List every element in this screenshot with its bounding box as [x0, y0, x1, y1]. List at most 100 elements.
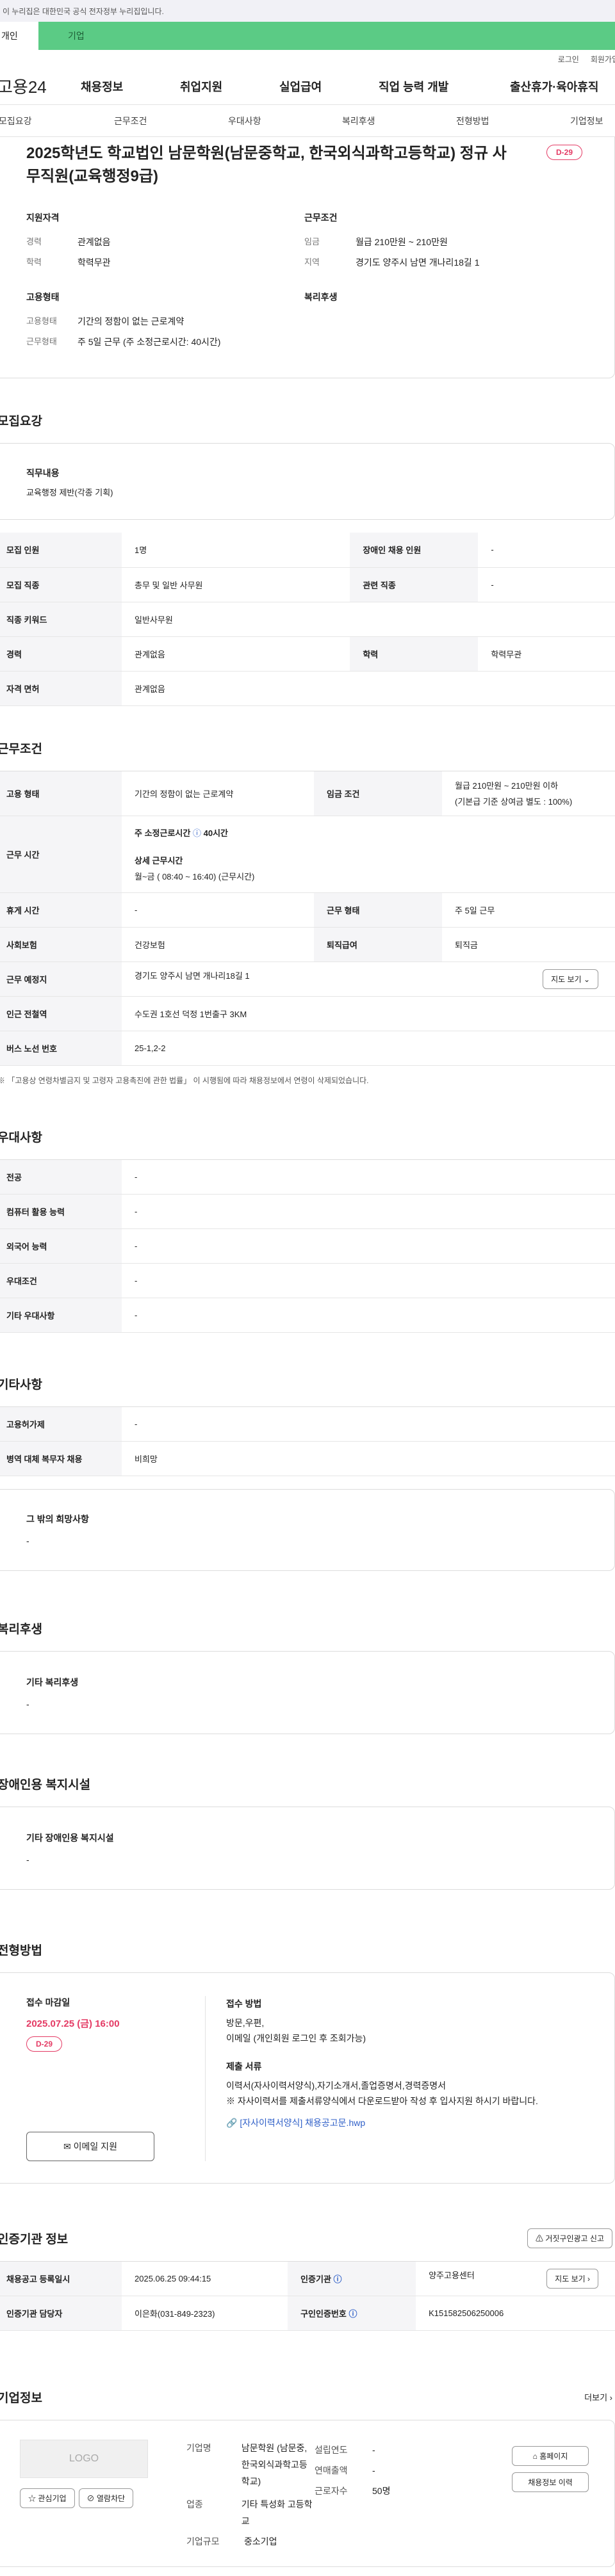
- cell-label: 버스 노선 번호: [0, 1031, 122, 1066]
- more-label: 더보기: [584, 2392, 608, 2403]
- table-row: 병역 대체 복무자 채용 비희망: [0, 1441, 615, 1476]
- sales-label: 연매출액: [315, 2465, 348, 2475]
- wage-label: 임금: [304, 237, 320, 246]
- cell-label: 근무 예정지: [0, 962, 122, 997]
- home-icon: ⌂: [532, 2451, 537, 2461]
- subnav-conditions[interactable]: 근무조건: [114, 115, 228, 127]
- table-row: 휴게 시간 - 근무 형태 주 5일 근무: [0, 892, 615, 928]
- history-button[interactable]: 채용정보 이력: [512, 2472, 589, 2492]
- subnav-prefer[interactable]: 우대사항: [228, 115, 342, 127]
- gov-banner-text: 이 누리집은 대한민국 공식 전자정부 누리집입니다.: [3, 6, 164, 16]
- site-logo[interactable]: 고용24: [0, 74, 81, 98]
- welfare-box: 기타 복리후생 -: [0, 1650, 615, 1734]
- nav-training[interactable]: 직업 능력 개발: [379, 78, 510, 95]
- docs-heading: 제출 서류: [226, 2061, 262, 2072]
- map-button[interactable]: 지도 보기 ⌄: [543, 969, 598, 989]
- cell-value: -: [122, 1406, 615, 1442]
- conditions-heading: 근무조건: [304, 213, 338, 223]
- cell-value: 25-1,2-2: [122, 1031, 615, 1066]
- tab-personal[interactable]: 개인: [0, 22, 38, 50]
- num-label-cell: 구인인증번호 ⓘ: [288, 2296, 416, 2331]
- cell-value: 기간의 정함이 없는 근로계약: [122, 771, 314, 816]
- cell-value: -: [478, 533, 615, 568]
- cell-value: 비희망: [122, 1441, 615, 1476]
- info-icon[interactable]: ⓘ: [348, 2309, 357, 2319]
- cell-label: 고용허가제: [0, 1406, 122, 1442]
- favorite-label: 관심기업: [38, 2493, 67, 2503]
- detail-hours-value: 월~금 ( 08:40 ~ 16:40) (근무시간): [135, 871, 255, 881]
- nav-leave[interactable]: 출산휴가·육아휴직: [510, 78, 598, 95]
- employment-heading: 고용형태: [26, 292, 60, 302]
- login-link[interactable]: 로그인: [558, 54, 579, 65]
- cell-value: 이은화(031-849-2323): [122, 2296, 288, 2331]
- info-icon[interactable]: ⓘ: [193, 828, 201, 838]
- cell-label: 직종 키워드: [0, 602, 122, 637]
- report-button[interactable]: ⚠ 거짓구인광고 신고: [527, 2228, 612, 2248]
- education-value: 학력무관: [78, 257, 111, 268]
- recruit-table: 모집 인원 1명 장애인 채용 인원 - 모집 직종 총무 및 일반 사무원 관련 직종 -…: [0, 533, 615, 706]
- cell-label: 근무 형태: [314, 892, 442, 928]
- dday-badge: D-29: [546, 145, 582, 160]
- cell-label: 휴게 시간: [0, 892, 122, 928]
- nav-employment-support[interactable]: 취업지원: [180, 78, 279, 95]
- subnav-welfare[interactable]: 복리후생: [342, 115, 456, 127]
- table-row: 모집 인원 1명 장애인 채용 인원 -: [0, 533, 615, 568]
- cell-label: 모집 직종: [0, 567, 122, 602]
- industry-label: 업종: [186, 2499, 203, 2509]
- agency-table: 채용공고 등록일시 2025.06.25 09:44:15 인증기관 ⓘ 양주고용센터…: [0, 2260, 615, 2331]
- prefer-table: 전공 - 컴퓨터 활용 능력 - 외국어 능력 - 우대조건 - 기타 우대사항 -: [0, 1159, 615, 1333]
- company-info-left: 기업명 남문학원 (남문중, 한국외식과학고등학교) 업종 기타 특성화 고등학교 …: [154, 2440, 315, 2547]
- hope-box: 그 밖의 희망사항 -: [0, 1488, 615, 1571]
- agency-header: 인증기관 정보 ⚠ 거짓구인광고 신고: [0, 2228, 612, 2248]
- subnav-recruit[interactable]: 모집요강: [0, 115, 114, 127]
- gov-banner: 이 누리집은 대한민국 공식 전자정부 누리집입니다.: [0, 0, 615, 22]
- more-link[interactable]: 더보기 ›: [584, 2391, 612, 2403]
- block-button[interactable]: ⊘ 열람차단: [78, 2488, 134, 2508]
- block-label: 열람차단: [96, 2493, 126, 2503]
- docs-value-2: ※ 자사이력서를 제출서류양식에서 다운로드받아 작성 후 입사지원 하시기 바…: [226, 2095, 538, 2106]
- duty-value: 교육행정 제반(각종 기획): [26, 488, 113, 497]
- email-apply-button[interactable]: ✉ 이메일 지원: [26, 2131, 154, 2161]
- subnav-company[interactable]: 기업정보: [570, 115, 603, 127]
- subnav-process[interactable]: 전형방법: [456, 115, 570, 127]
- agency-map-button[interactable]: 지도 보기 ›: [546, 2268, 598, 2289]
- cell-label: 자격 면허: [0, 671, 122, 706]
- job-summary-card: 2025학년도 학교법인 남문학원(남문중학교, 한국외식과학고등학교) 정규 …: [0, 137, 615, 378]
- company-box: LOGO ☆ 관심기업 ⊘ 열람차단 기업명 남문학원 (남문중, 한국외식과학고…: [0, 2419, 615, 2567]
- process-section-title: 전형방법: [0, 1944, 42, 1958]
- info-icon[interactable]: ⓘ: [334, 2274, 342, 2284]
- cell-value: 학력무관: [478, 636, 615, 672]
- company-name-label: 기업명: [186, 2442, 211, 2453]
- cell-label: 사회보험: [0, 927, 122, 962]
- cell-value: 총무 및 일반 사무원: [122, 567, 350, 602]
- age-notice: ※ 「고용상 연령차별금지 및 고령자 고용촉진에 관한 법률」 이 시행됨에 …: [0, 1075, 369, 1085]
- worktype-value: 주 5일 근무 (주 소정근로시간: 40시간): [78, 337, 221, 347]
- cell-label: 외국어 능력: [0, 1228, 122, 1264]
- cell-label: 병역 대체 복무자 채용: [0, 1441, 122, 1476]
- size-value: 중소기업: [244, 2536, 277, 2547]
- star-icon: ☆: [28, 2493, 37, 2503]
- cell-value: -: [122, 1228, 615, 1264]
- org-cell: 양주고용센터 지도 보기 ›: [416, 2261, 615, 2296]
- wage-value: 월급 210만원 ~ 210만원: [356, 237, 448, 247]
- homepage-button[interactable]: ⌂ 홈페이지: [512, 2445, 589, 2466]
- detail-hours-label: 상세 근무시간: [135, 855, 183, 865]
- cell-value: K151582506250006: [416, 2296, 615, 2331]
- chevron-down-icon: ⌄: [583, 974, 590, 984]
- nav-jobs[interactable]: 채용정보: [81, 78, 180, 95]
- etc-table: 고용허가제 - 병역 대체 복무자 채용 비희망: [0, 1406, 615, 1476]
- cell-label: 학력: [350, 636, 479, 672]
- table-row: 자격 면허 관계없음: [0, 671, 615, 706]
- org-label-cell: 인증기관 ⓘ: [288, 2261, 416, 2296]
- favorite-button[interactable]: ☆ 관심기업: [20, 2488, 75, 2508]
- attachment-link[interactable]: 🔗 [자사이력서양식] 채용공고문.hwp: [226, 2115, 538, 2130]
- cell-value: -: [478, 567, 615, 602]
- tab-company[interactable]: 기업: [38, 22, 615, 50]
- employees-label: 근로자수: [315, 2485, 348, 2496]
- nav-unemployment[interactable]: 실업급여: [279, 78, 379, 95]
- cell-value: 주 5일 근무: [442, 892, 615, 928]
- weekly-hours-label: 주 소정근로시간: [135, 828, 191, 838]
- report-label: 거짓구인광고 신고: [545, 2234, 604, 2243]
- company-logo: LOGO: [20, 2439, 148, 2478]
- signup-link[interactable]: 회원가입: [591, 54, 615, 65]
